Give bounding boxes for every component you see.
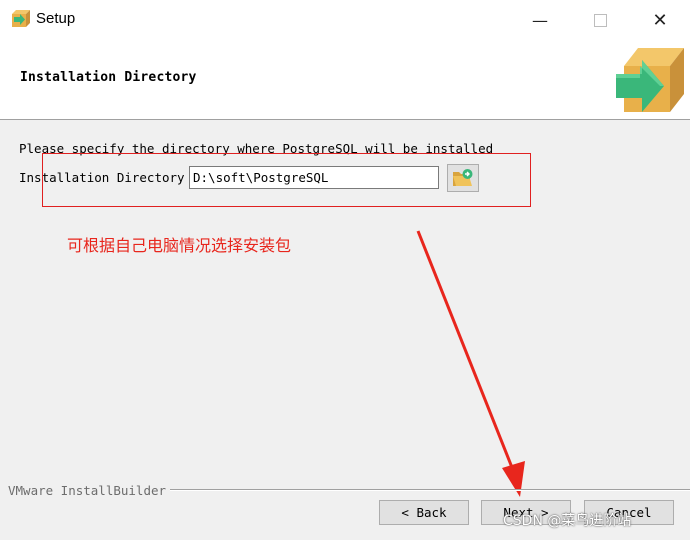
- minimize-button[interactable]: —: [510, 0, 570, 40]
- back-button[interactable]: < Back: [379, 500, 469, 525]
- wizard-header: Installation Directory: [0, 40, 690, 120]
- setup-app-icon: [12, 10, 30, 27]
- installer-box-arrow-icon: [616, 48, 684, 112]
- maximize-icon: [593, 13, 607, 27]
- footer-brand: VMware InstallBuilder: [8, 483, 171, 498]
- title-bar: Setup — ✕: [0, 0, 690, 40]
- watermark: CSDN @菜鸟进阶站: [503, 513, 632, 529]
- maximize-button: [570, 0, 630, 40]
- highlight-box: [42, 153, 531, 207]
- window-title: Setup: [36, 10, 76, 27]
- page-title: Installation Directory: [20, 70, 197, 85]
- close-icon: ✕: [652, 9, 668, 31]
- minimize-icon: —: [532, 10, 548, 30]
- close-button[interactable]: ✕: [630, 0, 690, 40]
- annotation-text: 可根据自己电脑情况选择安装包: [67, 236, 292, 255]
